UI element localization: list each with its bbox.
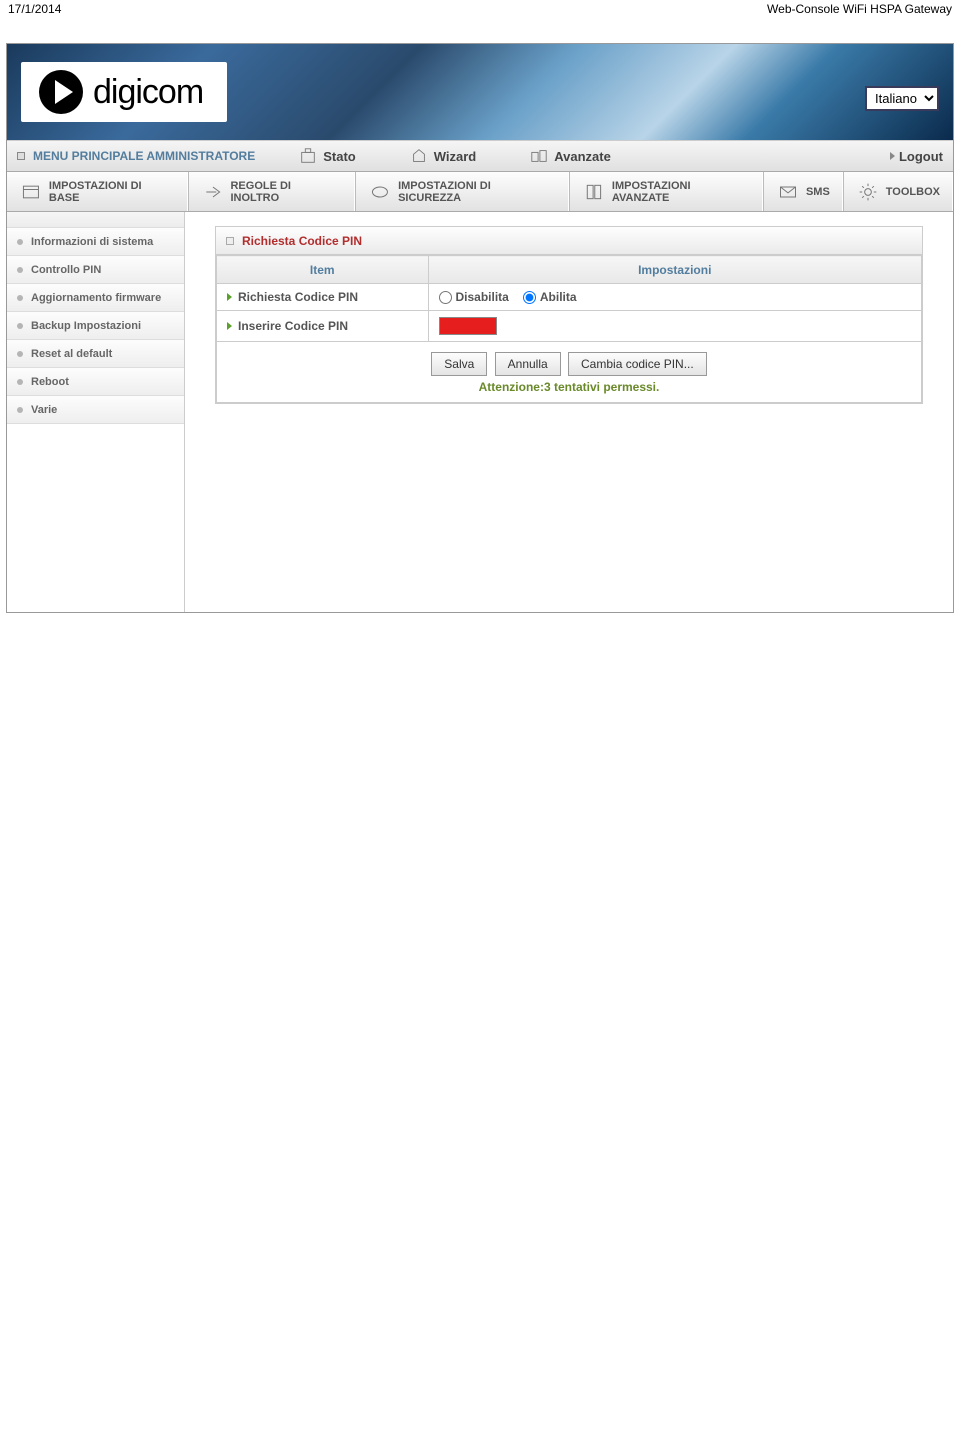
- nav-stato[interactable]: Stato: [299, 147, 356, 165]
- panel-header: Richiesta Codice PIN: [216, 227, 922, 255]
- top-nav: MENU PRINCIPALE AMMINISTRATORE Stato Wiz…: [7, 140, 953, 172]
- tab-toolbox[interactable]: TOOLBOX: [843, 172, 953, 211]
- tab-impostazioni-sicurezza[interactable]: IMPOSTAZIONI DI SICUREZZA: [355, 172, 569, 211]
- change-pin-button[interactable]: Cambia codice PIN...: [568, 352, 707, 376]
- logo-mark-icon: [39, 70, 83, 114]
- col-item: Item: [217, 256, 429, 284]
- nav-avanzate[interactable]: Avanzate: [530, 147, 611, 165]
- panel-title: Richiesta Codice PIN: [242, 234, 362, 248]
- dot-icon: [17, 351, 23, 357]
- dot-icon: [17, 295, 23, 301]
- sidebar: Informazioni di sistema Controllo PIN Ag…: [7, 212, 185, 612]
- menu-bullet-icon: [17, 152, 25, 160]
- pin-panel: Richiesta Codice PIN Item Impostazioni R…: [215, 226, 923, 404]
- dot-icon: [17, 323, 23, 329]
- avanzate-icon: [530, 147, 548, 165]
- settings-table: Item Impostazioni Richiesta Codice PIN D…: [216, 255, 922, 342]
- app-frame: digicom Italiano MENU PRINCIPALE AMMINIS…: [6, 43, 954, 613]
- nav-avanzate-label: Avanzate: [554, 149, 611, 164]
- wizard-icon: [410, 147, 428, 165]
- sidebar-item-label: Backup Impostazioni: [31, 320, 141, 332]
- header-date: 17/1/2014: [8, 2, 61, 16]
- dot-icon: [17, 407, 23, 413]
- tab-impostazioni-avanzate[interactable]: IMPOSTAZIONI AVANZATE: [569, 172, 763, 211]
- logout-link[interactable]: Logout: [890, 149, 943, 164]
- dot-icon: [17, 239, 23, 245]
- pin-input[interactable]: [439, 317, 497, 335]
- sidebar-item-controllo-pin[interactable]: Controllo PIN: [7, 256, 184, 284]
- sidebar-item-label: Varie: [31, 404, 57, 416]
- row-label: Inserire Codice PIN: [238, 319, 348, 333]
- tabs: IMPOSTAZIONI DI BASE REGOLE DI INOLTRO I…: [7, 172, 953, 212]
- row-arrow-icon: [227, 293, 232, 301]
- sidebar-item-aggiornamento-firmware[interactable]: Aggiornamento firmware: [7, 284, 184, 312]
- tab-impostazioni-base[interactable]: IMPOSTAZIONI DI BASE: [7, 172, 188, 211]
- tab-label: IMPOSTAZIONI DI BASE: [49, 180, 175, 204]
- cancel-button[interactable]: Annulla: [495, 352, 561, 376]
- tab-label: IMPOSTAZIONI AVANZATE: [612, 180, 750, 204]
- warning-text: Attenzione:3 tentativi permessi.: [217, 380, 921, 402]
- sidebar-item-backup-impostazioni[interactable]: Backup Impostazioni: [7, 312, 184, 340]
- row-label: Richiesta Codice PIN: [238, 290, 358, 304]
- tab-label: IMPOSTAZIONI DI SICUREZZA: [398, 180, 556, 204]
- button-row: Salva Annulla Cambia codice PIN...: [217, 342, 921, 380]
- radio-abilita-label: Abilita: [540, 290, 577, 304]
- row-richiesta-pin: Richiesta Codice PIN Disabilita Abilita: [217, 284, 922, 311]
- nav-wizard-label: Wizard: [434, 149, 477, 164]
- sidebar-item-info-sistema[interactable]: Informazioni di sistema: [7, 228, 184, 256]
- content-area: Richiesta Codice PIN Item Impostazioni R…: [185, 212, 953, 612]
- sidebar-item-varie[interactable]: Varie: [7, 396, 184, 424]
- language-select[interactable]: Italiano: [865, 86, 939, 111]
- tab-label: SMS: [806, 186, 830, 198]
- sidebar-item-label: Reset al default: [31, 348, 112, 360]
- save-button[interactable]: Salva: [431, 352, 487, 376]
- brand-name: digicom: [93, 73, 203, 112]
- panel-bullet-icon: [226, 237, 234, 245]
- stato-icon: [299, 147, 317, 165]
- nav-wizard[interactable]: Wizard: [410, 147, 477, 165]
- sidebar-item-reboot[interactable]: Reboot: [7, 368, 184, 396]
- row-inserire-pin: Inserire Codice PIN: [217, 311, 922, 342]
- header-page-title: Web-Console WiFi HSPA Gateway: [767, 2, 952, 16]
- radio-disabilita[interactable]: [439, 291, 452, 304]
- tab-label: REGOLE DI INOLTRO: [230, 180, 342, 204]
- main-menu-label: MENU PRINCIPALE AMMINISTRATORE: [33, 149, 255, 163]
- tab-regole-inoltro[interactable]: REGOLE DI INOLTRO: [188, 172, 356, 211]
- col-settings: Impostazioni: [428, 256, 922, 284]
- nav-stato-label: Stato: [323, 149, 356, 164]
- sidebar-item-label: Controllo PIN: [31, 264, 101, 276]
- row-arrow-icon: [227, 322, 232, 330]
- sidebar-item-label: Informazioni di sistema: [31, 236, 153, 248]
- radio-abilita[interactable]: [523, 291, 536, 304]
- banner: digicom Italiano: [7, 44, 953, 140]
- tab-label: TOOLBOX: [886, 186, 940, 198]
- dot-icon: [17, 267, 23, 273]
- radio-disabilita-label: Disabilita: [456, 290, 509, 304]
- sidebar-item-label: Aggiornamento firmware: [31, 292, 161, 304]
- arrow-right-icon: [890, 152, 895, 160]
- brand-logo: digicom: [21, 62, 227, 122]
- sidebar-item-label: Reboot: [31, 376, 69, 388]
- tab-sms[interactable]: SMS: [763, 172, 843, 211]
- dot-icon: [17, 379, 23, 385]
- sidebar-spacer: [7, 212, 184, 228]
- sidebar-item-reset-default[interactable]: Reset al default: [7, 340, 184, 368]
- logout-label: Logout: [899, 149, 943, 164]
